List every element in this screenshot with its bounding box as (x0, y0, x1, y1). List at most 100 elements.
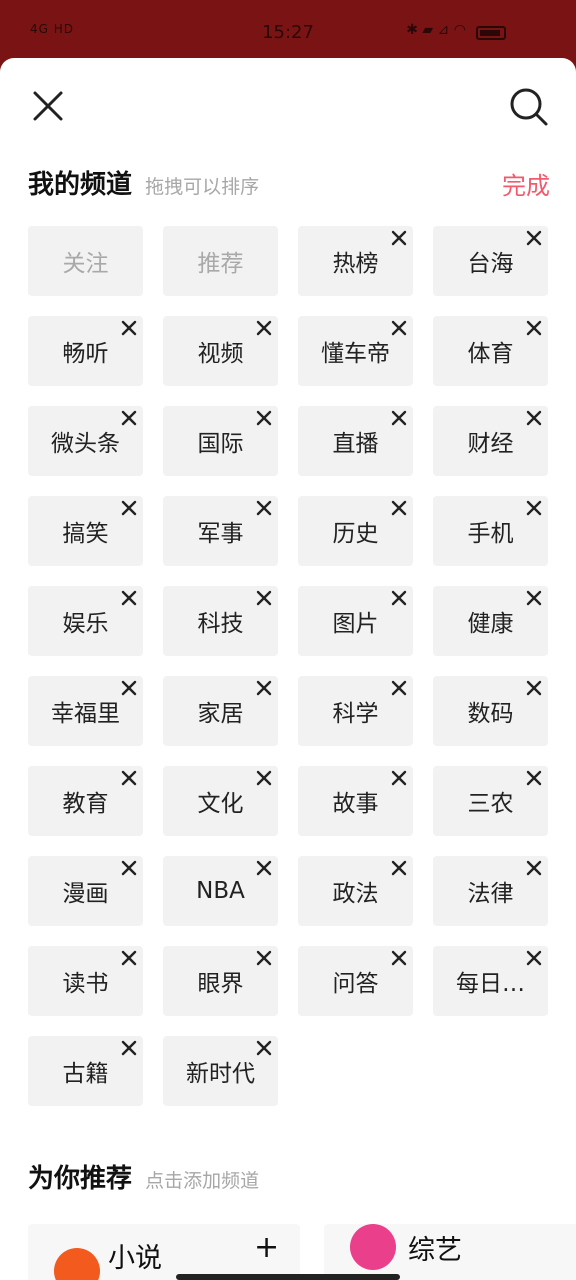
remove-icon[interactable] (256, 860, 272, 876)
channel-chip[interactable]: 畅听 (28, 316, 143, 386)
remove-icon[interactable] (121, 770, 137, 786)
remove-icon[interactable] (121, 950, 137, 966)
search-button[interactable] (508, 86, 550, 128)
channel-chip[interactable]: 视频 (163, 316, 278, 386)
remove-icon[interactable] (391, 230, 407, 246)
channel-label: 关注 (62, 251, 109, 277)
channel-label: 财经 (467, 431, 514, 457)
channel-chip[interactable]: 三农 (433, 766, 548, 836)
channel-label: 搞笑 (62, 521, 109, 547)
channel-chip[interactable]: 科技 (163, 586, 278, 656)
remove-icon[interactable] (256, 320, 272, 336)
channel-chip[interactable]: 手机 (433, 496, 548, 566)
channel-chip[interactable]: 故事 (298, 766, 413, 836)
remove-icon[interactable] (121, 410, 137, 426)
remove-icon[interactable] (121, 320, 137, 336)
remove-icon[interactable] (391, 500, 407, 516)
channel-chip[interactable]: 台海 (433, 226, 548, 296)
channel-label: 法律 (467, 881, 514, 907)
channel-chip[interactable]: 热榜 (298, 226, 413, 296)
close-button[interactable] (30, 88, 66, 124)
channel-chip[interactable]: 教育 (28, 766, 143, 836)
channel-label: 科学 (332, 701, 379, 727)
remove-icon[interactable] (526, 410, 542, 426)
done-button[interactable]: 完成 (502, 166, 550, 201)
remove-icon[interactable] (256, 770, 272, 786)
remove-icon[interactable] (391, 860, 407, 876)
remove-icon[interactable] (121, 680, 137, 696)
channel-chip[interactable]: 眼界 (163, 946, 278, 1016)
recommended-header: 为你推荐 点击添加频道 (28, 1158, 259, 1195)
remove-icon[interactable] (526, 950, 542, 966)
channel-chip[interactable]: 政法 (298, 856, 413, 926)
channel-chip[interactable]: NBA (163, 856, 278, 926)
remove-icon[interactable] (391, 680, 407, 696)
remove-icon[interactable] (256, 950, 272, 966)
channel-chip[interactable]: 军事 (163, 496, 278, 566)
remove-icon[interactable] (526, 770, 542, 786)
remove-icon[interactable] (256, 590, 272, 606)
channel-chip[interactable]: 新时代 (163, 1036, 278, 1106)
channel-chip[interactable]: 体育 (433, 316, 548, 386)
channel-chip[interactable]: 关注 (28, 226, 143, 296)
remove-icon[interactable] (256, 500, 272, 516)
channel-label: 微头条 (51, 431, 120, 457)
channel-label: 眼界 (197, 971, 244, 997)
channel-chip[interactable]: 历史 (298, 496, 413, 566)
channel-chip[interactable]: 财经 (433, 406, 548, 476)
remove-icon[interactable] (526, 590, 542, 606)
channel-chip[interactable]: 科学 (298, 676, 413, 746)
channel-label: 故事 (332, 791, 379, 817)
channel-chip[interactable]: 古籍 (28, 1036, 143, 1106)
my-channels-header: 我的频道 拖拽可以排序 (28, 164, 259, 201)
channel-chip[interactable]: 搞笑 (28, 496, 143, 566)
channel-label: 古籍 (62, 1061, 109, 1087)
remove-icon[interactable] (121, 1040, 137, 1056)
channel-chip[interactable]: 推荐 (163, 226, 278, 296)
remove-icon[interactable] (526, 860, 542, 876)
home-indicator[interactable] (176, 1274, 400, 1280)
remove-icon[interactable] (121, 500, 137, 516)
channel-chip[interactable]: 每日… (433, 946, 548, 1016)
remove-icon[interactable] (526, 500, 542, 516)
channel-chip[interactable]: 家居 (163, 676, 278, 746)
channel-chip[interactable]: 幸福里 (28, 676, 143, 746)
channel-label: 幸福里 (51, 701, 120, 727)
recommended-row: 小说 + 综艺 (28, 1224, 576, 1280)
recommended-title: 为你推荐 (28, 1164, 133, 1194)
channel-chip[interactable]: 国际 (163, 406, 278, 476)
recommended-item-variety[interactable]: 综艺 (324, 1224, 576, 1280)
channel-chip[interactable]: 法律 (433, 856, 548, 926)
recommended-item-novel[interactable]: 小说 + (28, 1224, 300, 1280)
remove-icon[interactable] (391, 950, 407, 966)
remove-icon[interactable] (391, 410, 407, 426)
channel-chip[interactable]: 数码 (433, 676, 548, 746)
remove-icon[interactable] (256, 1040, 272, 1056)
channel-chip[interactable]: 懂车帝 (298, 316, 413, 386)
channel-label: 科技 (197, 611, 244, 637)
my-channels-hint: 拖拽可以排序 (145, 176, 260, 198)
channel-chip[interactable]: 微头条 (28, 406, 143, 476)
remove-icon[interactable] (256, 410, 272, 426)
channel-label: 政法 (332, 881, 379, 907)
remove-icon[interactable] (121, 590, 137, 606)
channel-label: 问答 (332, 971, 379, 997)
channel-chip[interactable]: 读书 (28, 946, 143, 1016)
remove-icon[interactable] (526, 320, 542, 336)
channel-chip[interactable]: 问答 (298, 946, 413, 1016)
channel-chip[interactable]: 文化 (163, 766, 278, 836)
channel-chip[interactable]: 图片 (298, 586, 413, 656)
remove-icon[interactable] (121, 860, 137, 876)
channel-chip[interactable]: 健康 (433, 586, 548, 656)
remove-icon[interactable] (526, 680, 542, 696)
variety-logo-icon (350, 1224, 396, 1270)
channel-chip[interactable]: 漫画 (28, 856, 143, 926)
remove-icon[interactable] (526, 230, 542, 246)
remove-icon[interactable] (256, 680, 272, 696)
channel-chip[interactable]: 娱乐 (28, 586, 143, 656)
remove-icon[interactable] (391, 590, 407, 606)
remove-icon[interactable] (391, 320, 407, 336)
remove-icon[interactable] (391, 770, 407, 786)
channel-label: 懂车帝 (321, 341, 390, 367)
channel-chip[interactable]: 直播 (298, 406, 413, 476)
